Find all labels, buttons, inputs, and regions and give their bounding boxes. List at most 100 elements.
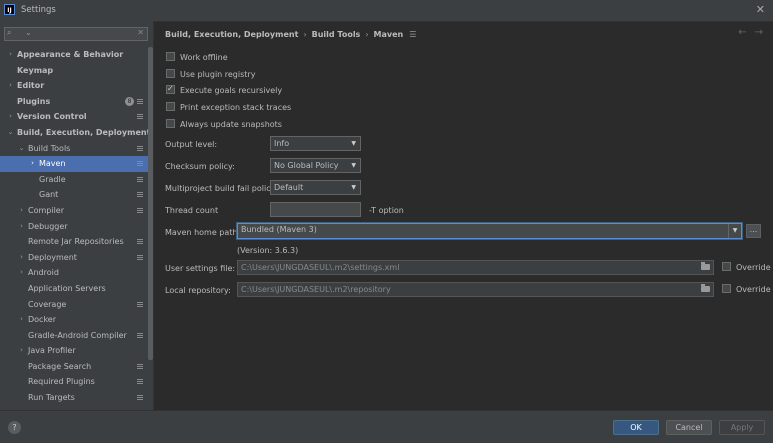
dropdown-arrow-icon: ▼ <box>351 184 356 191</box>
sidebar-item-package-search[interactable]: Package Search <box>0 359 148 375</box>
checkbox-box[interactable] <box>166 83 175 95</box>
sidebar-scrollbar[interactable] <box>148 47 153 360</box>
sidebar-item-docker[interactable]: › Docker <box>0 312 148 328</box>
override-settings-checkbox[interactable]: Override <box>722 262 771 274</box>
breadcrumb-maven: Maven <box>373 30 404 39</box>
execute-goals-recursively-checkbox[interactable]: Execute goals recursively <box>166 83 282 97</box>
settings-sidebar: ⌕ ⌄ ✕ › Appearance & Behavior Keymap › Edito… <box>0 21 154 410</box>
override-repository-checkbox[interactable]: Override <box>722 284 771 296</box>
sidebar-item-build-tools[interactable]: ⌄ Build Tools <box>0 141 148 157</box>
sidebar-item-editor[interactable]: › Editor <box>0 78 148 94</box>
sidebar-item-remote-jar-repositories[interactable]: Remote Jar Repositories <box>0 234 148 250</box>
chevron-right-icon[interactable]: › <box>28 156 37 172</box>
sidebar-item-java-profiler[interactable]: › Java Profiler <box>0 343 148 359</box>
intellij-logo-icon: IJ <box>4 4 15 15</box>
chevron-right-icon[interactable]: › <box>17 219 26 235</box>
sidebar-item-gradle-android-compiler[interactable]: Gradle-Android Compiler <box>0 328 148 344</box>
close-icon[interactable]: ✕ <box>756 3 765 16</box>
sidebar-item-run-targets[interactable]: Run Targets <box>0 390 148 406</box>
checkbox-box[interactable] <box>722 284 731 293</box>
back-arrow-icon[interactable]: ← <box>738 27 746 38</box>
chevron-right-icon[interactable]: › <box>6 47 15 63</box>
checkbox-box[interactable] <box>166 119 175 128</box>
sidebar-item-label: Build Tools <box>28 143 71 153</box>
multiproject-fail-policy-select[interactable]: Default ▼ <box>270 180 361 195</box>
project-level-icon <box>137 192 143 198</box>
project-level-icon <box>137 254 143 260</box>
checkbox-box[interactable] <box>722 262 731 271</box>
chevron-right-icon[interactable]: › <box>17 312 26 328</box>
checkbox-box[interactable] <box>166 102 175 111</box>
clear-search-icon[interactable]: ✕ <box>137 28 144 37</box>
sidebar-item-label: Build, Execution, Deployment <box>17 127 151 137</box>
work-offline-checkbox[interactable]: Work offline <box>166 52 228 64</box>
chevron-down-icon[interactable]: ⌄ <box>17 141 26 157</box>
maven-home-path-label: Maven home path: <box>165 228 241 237</box>
ok-button[interactable]: OK <box>613 420 659 435</box>
maven-home-path-combobox[interactable]: Bundled (Maven 3) ▼ <box>237 223 742 239</box>
work-offline-label: Work offline <box>180 53 228 62</box>
dropdown-arrow-icon[interactable]: ▼ <box>728 224 741 238</box>
project-level-icon <box>137 176 143 182</box>
checkbox-box[interactable] <box>166 69 175 78</box>
user-settings-file-input[interactable]: C:\Users\JUNGDASEUL\.m2\settings.xml <box>237 260 714 275</box>
folder-icon[interactable] <box>701 262 710 270</box>
help-button[interactable]: ? <box>8 421 21 434</box>
sidebar-item-build-execution-deployment[interactable]: ⌄ Build, Execution, Deployment <box>0 125 151 141</box>
sidebar-item-coverage[interactable]: Coverage <box>0 297 148 313</box>
sidebar-item-android[interactable]: › Android <box>0 265 148 281</box>
sidebar-item-deployment[interactable]: › Deployment <box>0 250 148 266</box>
chevron-right-icon[interactable]: › <box>6 78 15 94</box>
chevron-right-icon[interactable]: › <box>17 265 26 281</box>
checkbox-box[interactable] <box>166 52 175 61</box>
chevron-right-icon[interactable]: › <box>17 203 26 219</box>
project-level-icon <box>137 379 143 385</box>
chevron-right-icon[interactable]: › <box>17 343 26 359</box>
sidebar-item-gant[interactable]: Gant <box>0 187 148 203</box>
browse-maven-home-button[interactable]: ... <box>746 224 761 238</box>
print-exception-checkbox[interactable]: Print exception stack traces <box>166 102 291 114</box>
sidebar-item-label: Maven <box>39 159 66 169</box>
sidebar-item-compiler[interactable]: › Compiler <box>0 203 148 219</box>
search-input[interactable]: ⌕ ⌄ ✕ <box>4 27 148 41</box>
breadcrumb-build-tools[interactable]: Build Tools <box>312 30 361 39</box>
project-level-icon <box>137 98 143 104</box>
sidebar-item-required-plugins[interactable]: Required Plugins <box>0 374 148 390</box>
sidebar-item-keymap[interactable]: Keymap <box>0 63 148 79</box>
search-caret: ⌄ <box>25 28 32 37</box>
dialog-footer: ? OK Cancel Apply <box>0 410 773 443</box>
sidebar-item-label: Coverage <box>28 299 67 309</box>
output-level-select[interactable]: Info ▼ <box>270 136 361 151</box>
override-label: Override <box>736 285 771 294</box>
project-level-icon <box>137 363 143 369</box>
apply-button[interactable]: Apply <box>719 420 765 435</box>
cancel-button[interactable]: Cancel <box>666 420 712 435</box>
thread-count-input[interactable] <box>270 202 361 217</box>
chevron-right-icon[interactable]: › <box>17 250 26 266</box>
project-level-icon <box>137 395 143 401</box>
sidebar-item-debugger[interactable]: › Debugger <box>0 219 148 235</box>
always-update-snapshots-checkbox[interactable]: Always update snapshots <box>166 119 282 131</box>
sidebar-item-label: Editor <box>17 81 45 91</box>
checksum-policy-select[interactable]: No Global Policy ▼ <box>270 158 361 173</box>
forward-arrow-icon[interactable]: → <box>755 27 763 38</box>
maven-home-path-value[interactable]: Bundled (Maven 3) <box>241 225 317 234</box>
chevron-right-icon[interactable]: › <box>6 109 15 125</box>
sidebar-item-gradle[interactable]: Gradle <box>0 172 148 188</box>
chevron-down-icon[interactable]: ⌄ <box>6 125 15 141</box>
sidebar-item-application-servers[interactable]: Application Servers <box>0 281 148 297</box>
output-level-value: Info <box>274 139 290 148</box>
sidebar-item-version-control[interactable]: › Version Control <box>0 109 148 125</box>
sidebar-item-plugins[interactable]: Plugins 8 <box>0 94 148 110</box>
dropdown-arrow-icon: ▼ <box>351 140 356 147</box>
breadcrumb-build-execution[interactable]: Build, Execution, Deployment <box>165 30 298 39</box>
folder-icon[interactable] <box>701 284 710 292</box>
use-plugin-registry-checkbox[interactable]: Use plugin registry <box>166 69 255 81</box>
sidebar-item-label: Application Servers <box>28 283 106 293</box>
breadcrumb: Build, Execution, Deployment › Build Tools… <box>165 30 416 39</box>
sidebar-item-appearance-behavior[interactable]: › Appearance & Behavior <box>0 47 148 63</box>
sidebar-item-label: Plugins <box>17 96 51 106</box>
sidebar-item-maven[interactable]: › Maven <box>0 156 148 172</box>
multiproject-fail-policy-label: Multiproject build fail policy: <box>165 184 278 193</box>
local-repository-input[interactable]: C:\Users\JUNGDASEUL\.m2\repository <box>237 282 714 297</box>
